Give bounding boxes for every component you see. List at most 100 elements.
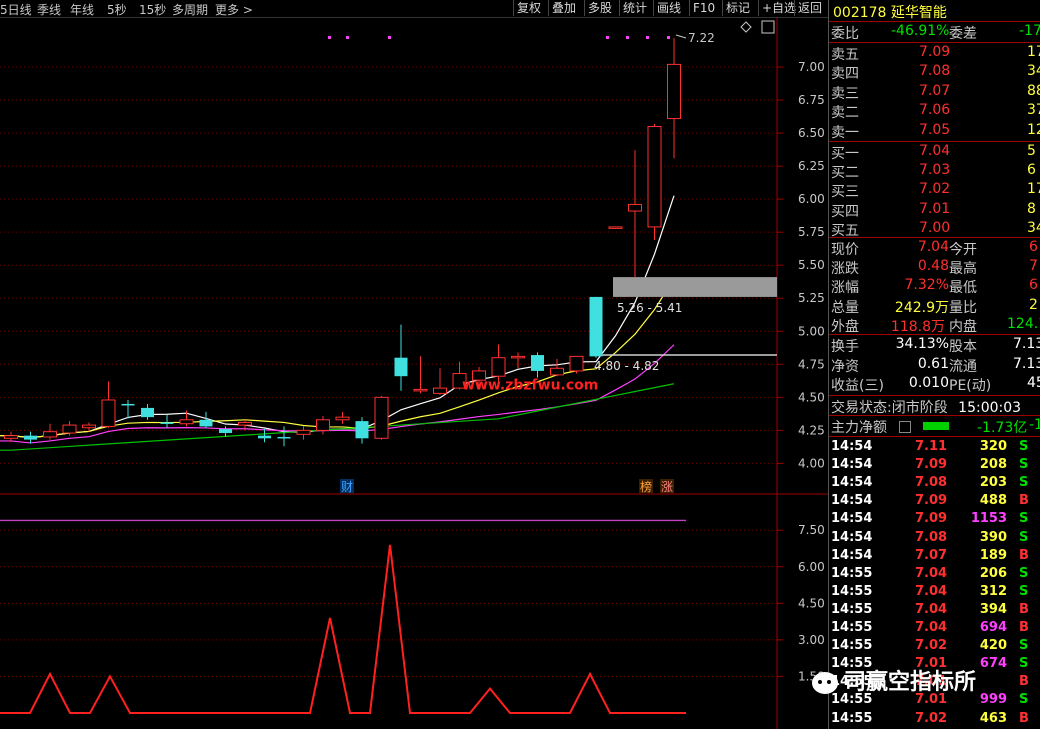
- trade-row: 14:54 7.07 189 B: [831, 548, 1039, 566]
- signal-dot: [346, 36, 349, 39]
- trade-price: 7.09: [915, 511, 948, 527]
- candle-body: [647, 125, 662, 228]
- trade-side: B: [1019, 710, 1029, 726]
- bid-row: 买一 7.04 5: [831, 143, 1040, 162]
- bid-vol: 34: [1027, 219, 1040, 236]
- candle-body: [62, 424, 77, 434]
- y-tick-label: 5.50: [798, 258, 825, 272]
- stat-row: 涨跌 0.48 最高 7: [831, 258, 1038, 278]
- trade-time: 14:54: [831, 547, 873, 563]
- trade-row: 14:55 7.04 206 S: [831, 566, 1039, 584]
- stat2-row: 换手 34.13% 股本 7.13: [831, 336, 1040, 355]
- stat-row: 现价 7.04 今开 6: [831, 239, 1038, 258]
- ask-vol: 37: [1027, 102, 1040, 119]
- candle-body: [491, 357, 506, 377]
- trade-vol: 488: [979, 493, 1007, 509]
- toolbar-button-2[interactable]: 多股: [584, 0, 615, 16]
- ask-row: 卖四 7.08 34: [831, 63, 1040, 82]
- trade-price: 7.02: [915, 710, 948, 726]
- doc-icon[interactable]: [899, 421, 911, 433]
- ask-vol: 34: [1027, 63, 1040, 80]
- candle-body: [43, 431, 57, 438]
- candle-body: [667, 63, 681, 120]
- period-tab-4[interactable]: 15秒: [139, 1, 166, 18]
- trade-row: 14:54 7.08 390 S: [831, 530, 1039, 548]
- ask-row: 卖五 7.09 17: [831, 44, 1040, 63]
- trade-vol: 206: [979, 565, 1007, 581]
- period-tab-1[interactable]: 季线: [37, 1, 61, 18]
- toolbar-button-8[interactable]: 返回: [794, 0, 825, 16]
- trade-time: 14:54: [831, 529, 873, 545]
- trade-vol: 312: [979, 583, 1007, 599]
- toolbar-button-3[interactable]: 统计: [619, 0, 650, 16]
- period-toolbar: 5日线 季线 年线 5秒 15秒 多周期 更多 > 复权 叠加 多股 统计 画线 F10 标记 +自选 返回: [0, 0, 828, 18]
- toolbar-button-5[interactable]: F10: [689, 0, 718, 16]
- ask-label: 卖一: [831, 124, 859, 141]
- toolbar-button-1[interactable]: 叠加: [548, 0, 579, 16]
- candle-body: [179, 419, 194, 425]
- candle-body: [199, 419, 213, 427]
- trade-vol: 394: [979, 601, 1007, 617]
- candle-body: [121, 403, 135, 406]
- period-tab-3[interactable]: 5秒: [107, 1, 127, 18]
- trade-vol: 694: [979, 620, 1007, 635]
- candle-body: [550, 367, 564, 376]
- trade-time: 14:55: [831, 601, 873, 617]
- trade-side: S: [1019, 457, 1029, 473]
- signal-dot: [328, 36, 331, 39]
- signal-dot: [626, 36, 629, 39]
- quote-panel: 002178 延华智能 委比 -46.91% 委差 -17 卖五 7.09 17…: [828, 0, 1040, 729]
- watermark-text: 司赢空指标所: [844, 670, 977, 695]
- y-tick-label: 4.00: [798, 456, 825, 470]
- candle-body: [569, 355, 584, 372]
- kline-chart[interactable]: 7.00 6.75 6.50 6.25 6.00 5.75 5.50 5.25 5.00 4.75…: [0, 18, 828, 729]
- trade-time: 14:55: [831, 620, 873, 635]
- stat-row: 总量 242.9万 量比 2: [831, 296, 1038, 316]
- trade-vol: 420: [979, 638, 1007, 654]
- ask-row: 卖三 7.07 88: [831, 83, 1040, 102]
- trade-vol: 674: [979, 656, 1007, 672]
- trade-row: 14:55 7.04 312 S: [831, 584, 1039, 602]
- trade-vol: 320: [979, 439, 1007, 454]
- candle-body: [277, 436, 291, 439]
- ind-y-tick-label: 3.00: [798, 633, 825, 647]
- ind-y-tick-label: 6.00: [798, 560, 825, 574]
- pane-toggle-icon: [761, 20, 775, 34]
- period-tab-0[interactable]: 5日线: [0, 1, 32, 18]
- period-tab-6[interactable]: 更多 >: [215, 1, 253, 18]
- trade-row: 14:55 7.04 394 B: [831, 602, 1039, 620]
- ask-label: 卖四: [831, 66, 859, 83]
- trade-side: S: [1019, 692, 1029, 708]
- zone-upper-rect: [613, 277, 777, 297]
- stat2-row: 收益(三) 0.010 PE(动) 45: [831, 375, 1040, 394]
- trade-time: 14:55: [831, 710, 873, 726]
- bid-vol: 6: [1027, 162, 1036, 179]
- period-tab-2[interactable]: 年线: [70, 1, 94, 18]
- ask-vol: 17: [1027, 44, 1040, 60]
- wechat-icon: [812, 672, 838, 694]
- bid-row: 买二 7.03 6: [831, 162, 1040, 181]
- trade-row: 14:54 7.08 203 S: [831, 475, 1039, 493]
- bid-vol: 17: [1027, 181, 1040, 198]
- ind-y-tick-label: 7.50: [798, 523, 825, 537]
- toolbar-button-6[interactable]: 标记: [722, 0, 753, 16]
- trade-time: 14:54: [831, 457, 873, 473]
- trade-vol: 1153: [970, 511, 1007, 527]
- bid-label: 买四: [831, 203, 859, 220]
- ind-y-tick-label: 4.50: [798, 596, 825, 610]
- weicha-label: 委差: [949, 26, 977, 42]
- y-tick-label: 5.75: [798, 225, 825, 239]
- trade-price: 7.09: [915, 493, 948, 509]
- toolbar-button-7[interactable]: +自选: [758, 0, 799, 16]
- period-tab-5[interactable]: 多周期: [172, 1, 208, 18]
- trade-side: S: [1019, 656, 1029, 672]
- toolbar-button-4[interactable]: 画线: [653, 0, 684, 16]
- flow-bar: [923, 422, 949, 430]
- toolbar-button-0[interactable]: 复权: [513, 0, 544, 16]
- zone-upper-label: 5.26 - 5.41: [617, 301, 682, 315]
- signal-dot: [388, 36, 391, 39]
- trade-vol: 463: [979, 710, 1007, 726]
- stock-name: 延华智能: [890, 5, 947, 21]
- bid-row: 买四 7.01 8: [831, 201, 1040, 220]
- zone-lower-label: 4.80 - 4.82: [594, 359, 659, 373]
